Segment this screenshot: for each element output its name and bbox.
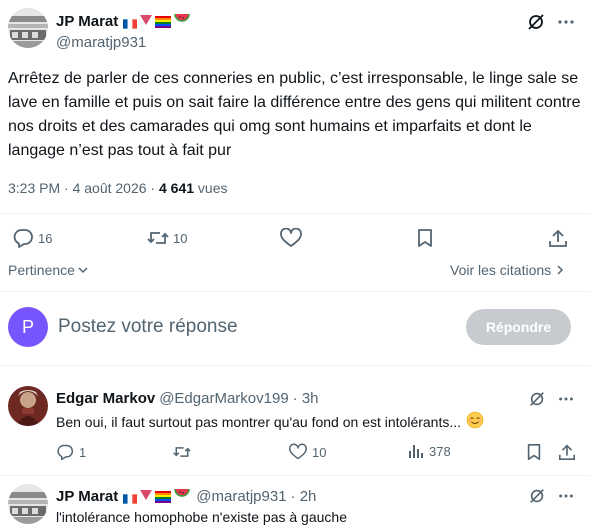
france-flag-icon: [123, 491, 138, 504]
composer-avatar[interactable]: P: [8, 307, 48, 347]
reply-header: Edgar Markov @EdgarMarkov199 · 3h: [56, 390, 319, 407]
tweet-time[interactable]: 3:23 PM · 4 août 2026 ·: [8, 180, 159, 196]
author-handle[interactable]: @maratjp931: [56, 34, 146, 51]
more-icon[interactable]: [557, 390, 575, 413]
divider: [0, 213, 590, 214]
relieved-face-icon: [466, 411, 484, 434]
views-icon: [409, 445, 423, 458]
author-name[interactable]: JP Marat: [56, 13, 118, 30]
retweet-icon: [147, 232, 169, 244]
reply-author-name[interactable]: Edgar Markov: [56, 390, 155, 407]
more-icon[interactable]: [557, 487, 575, 510]
reply-author-handle[interactable]: @maratjp931: [196, 488, 286, 505]
reply-input[interactable]: Postez votre réponse: [58, 316, 238, 338]
reply-time[interactable]: · 3h: [293, 390, 319, 407]
reply-count: 16: [38, 230, 53, 246]
reply-icon: [57, 444, 74, 461]
sort-dropdown[interactable]: Pertinence: [8, 262, 89, 278]
triangle-icon: [140, 12, 153, 30]
views-label: vues: [194, 180, 228, 196]
triangle-icon: [140, 487, 153, 505]
retweet-count: 10: [173, 230, 188, 246]
rainbow-flag-icon: [155, 15, 172, 28]
reply-time[interactable]: · 2h: [291, 488, 317, 505]
views-count: 4 641: [158, 180, 195, 196]
grok-icon[interactable]: [526, 12, 546, 37]
author-name-row[interactable]: JP Marat: [56, 12, 191, 30]
author-avatar[interactable]: [8, 8, 48, 48]
bookmark-icon: [418, 229, 432, 247]
divider: [0, 475, 590, 476]
reply-reply-button[interactable]: 1: [56, 443, 86, 461]
tweet-text: Arrêtez de parler de ces conneries en pu…: [8, 70, 581, 159]
reply-submit-button[interactable]: Répondre: [466, 309, 571, 345]
grok-icon[interactable]: [528, 390, 546, 413]
more-icon[interactable]: [556, 12, 576, 37]
reply-author-name[interactable]: JP Marat: [56, 488, 118, 505]
reply-avatar[interactable]: [8, 386, 48, 426]
reply-like-button[interactable]: 10: [289, 443, 326, 461]
reply-retweet-button[interactable]: [173, 443, 191, 461]
reply-author-handle[interactable]: @EdgarMarkov199: [159, 390, 288, 407]
reply-icon: [13, 229, 33, 248]
share-button[interactable]: [548, 228, 568, 248]
sort-label: Pertinence: [8, 262, 75, 278]
share-icon: [549, 229, 567, 247]
divider: [0, 291, 590, 292]
reply-views-button[interactable]: 378: [408, 443, 451, 459]
share-icon: [558, 444, 576, 461]
tweet-meta: 3:23 PM · 4 août 2026 · 4 641 vues: [8, 180, 228, 196]
rainbow-flag-icon: [155, 490, 172, 503]
reply-views-count: 378: [429, 443, 451, 459]
bookmark-button[interactable]: [415, 228, 435, 248]
reply-button[interactable]: 16: [12, 228, 52, 248]
reply-avatar[interactable]: [8, 484, 48, 524]
reply-text: Ben oui, il faut surtout pas montrer qu'…: [56, 414, 462, 430]
grok-icon[interactable]: [528, 487, 546, 510]
divider: [0, 365, 590, 366]
reply-share-button[interactable]: [558, 443, 576, 461]
bookmark-icon: [527, 443, 541, 461]
retweet-icon: [173, 447, 191, 457]
chevron-right-icon: [557, 265, 564, 275]
reply-text: l'intolérance homophobe n'existe pas à g…: [56, 509, 347, 525]
view-quotes-label: Voir les citations: [450, 262, 552, 278]
chevron-down-icon: [78, 267, 88, 274]
watermelon-icon: [174, 12, 191, 30]
retweet-button[interactable]: 10: [147, 228, 187, 248]
france-flag-icon: [123, 16, 138, 29]
reply-text-row: Ben oui, il faut surtout pas montrer qu'…: [56, 411, 484, 434]
like-button[interactable]: [280, 228, 302, 248]
reply-like-count: 10: [312, 444, 327, 460]
watermelon-icon: [174, 487, 191, 505]
like-icon: [289, 443, 307, 460]
reply-header: JP Marat @maratjp931 · 2h: [56, 487, 316, 505]
reply-bookmark-button[interactable]: [525, 443, 543, 461]
like-icon: [280, 228, 302, 247]
reply-reply-count: 1: [79, 444, 87, 460]
view-quotes-link[interactable]: Voir les citations: [450, 262, 566, 278]
